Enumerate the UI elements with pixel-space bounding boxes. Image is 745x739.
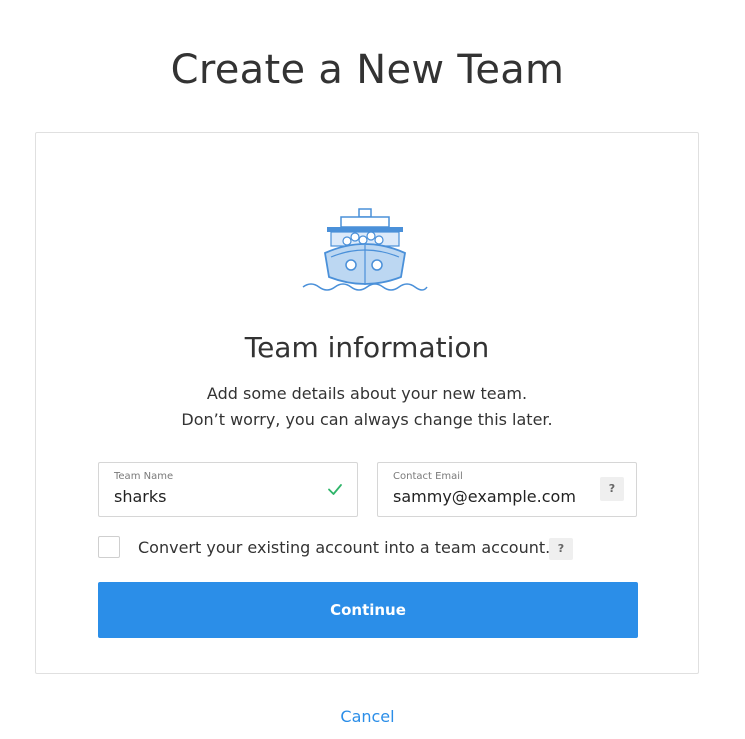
convert-account-label[interactable]: Convert your existing account into a tea… bbox=[138, 537, 550, 559]
convert-account-row: Convert your existing account into a tea… bbox=[98, 536, 638, 560]
contact-email-label: Contact Email bbox=[393, 471, 463, 482]
help-icon[interactable]: ? bbox=[600, 477, 624, 501]
cancel-link[interactable]: Cancel bbox=[0, 706, 735, 728]
section-title: Team information bbox=[244, 331, 490, 364]
team-name-label: Team Name bbox=[114, 471, 174, 482]
description-line: Add some details about your new team. bbox=[206, 384, 528, 403]
team-name-field[interactable]: Team Name bbox=[98, 462, 358, 517]
contact-email-field[interactable]: Contact Email ? bbox=[377, 462, 637, 517]
page-title: Create a New Team bbox=[170, 47, 565, 93]
convert-account-checkbox[interactable] bbox=[98, 536, 120, 558]
continue-button[interactable]: Continue bbox=[98, 582, 638, 638]
help-icon[interactable]: ? bbox=[549, 538, 573, 560]
contact-email-input[interactable] bbox=[393, 486, 593, 508]
ship-icon bbox=[302, 208, 428, 291]
checkmark-icon bbox=[328, 484, 342, 495]
team-info-card: Team information Add some details about … bbox=[35, 132, 699, 674]
team-name-input[interactable] bbox=[114, 486, 314, 508]
description-line: Don’t worry, you can always change this … bbox=[181, 410, 553, 429]
create-team-page: Create a New Team Team information Add s… bbox=[0, 0, 745, 739]
